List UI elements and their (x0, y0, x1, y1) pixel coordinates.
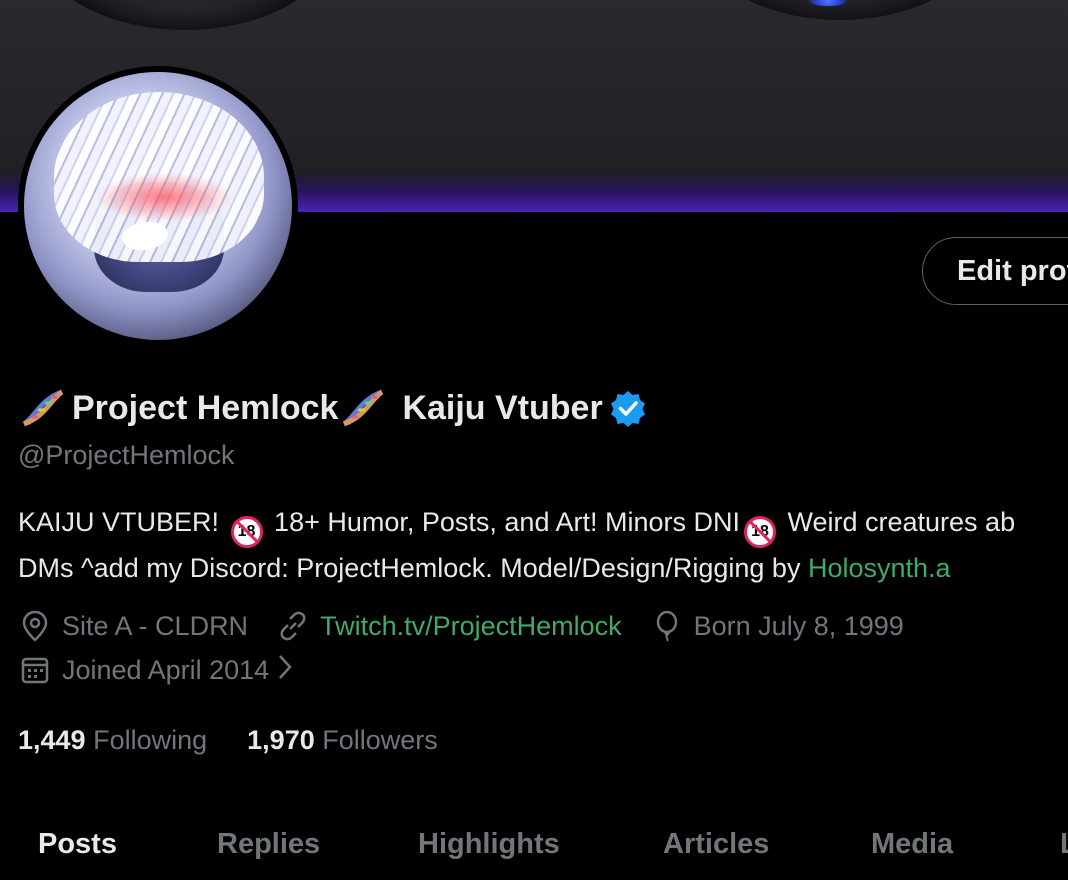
tab-replies[interactable]: Replies (217, 828, 320, 861)
dna-icon (18, 386, 68, 430)
bio-line-2: DMs ^add my Discord: ProjectHemlock. Mod… (18, 548, 1068, 588)
balloon-icon (650, 609, 684, 643)
bio-text: 18+ Humor, Posts, and Art! Minors DNI (266, 507, 740, 537)
location-text: Site A - CLDRN (62, 610, 249, 641)
location: Site A - CLDRN (18, 609, 248, 643)
avatar-blush (94, 172, 234, 222)
edit-profile-button[interactable]: Edit profile (922, 237, 1068, 305)
tab-media[interactable]: Media (871, 828, 953, 861)
followers-count: 1,970 (247, 724, 315, 755)
no-under-18-icon: 18 (743, 516, 776, 548)
profile-page: Edit profile Project Hemlock Kai (0, 0, 1068, 880)
display-name: Project Hemlock Kaiju Vtuber (18, 384, 647, 432)
avatar-image (24, 72, 292, 340)
tab-posts[interactable]: Posts (38, 828, 117, 861)
bio-text: DMs ^add my Discord: ProjectHemlock. Mod… (18, 553, 808, 583)
location-pin-icon (18, 609, 52, 643)
profile-tabs: Posts Replies Highlights Articles Media … (0, 808, 1068, 880)
user-handle: @ProjectHemlock (18, 440, 235, 470)
website[interactable]: Twitch.tv/ProjectHemlock (276, 609, 622, 643)
follow-stats: 1,449 Following 1,970 Followers (18, 720, 478, 760)
following-link[interactable]: 1,449 Following (18, 725, 207, 756)
display-name-part1: Project Hemlock (72, 388, 339, 427)
joined-text: Joined April 2014 (62, 654, 270, 685)
profile-meta-row: Site A - CLDRN Twitch.tv/ProjectHemlock (18, 606, 932, 646)
link-icon (276, 609, 310, 643)
banner-art-left (35, 0, 335, 30)
birthday-text: Born July 8, 1999 (693, 610, 904, 641)
following-count: 1,449 (18, 724, 86, 755)
calendar-icon (18, 653, 52, 687)
bio-text: Weird creatures ab (779, 507, 1016, 537)
bio-link[interactable]: Holosynth.a (808, 553, 951, 583)
tab-likes[interactable]: L (1060, 828, 1068, 861)
no-under-18-icon: 18 (230, 516, 263, 548)
followers-link[interactable]: 1,970 Followers (247, 725, 438, 756)
bio-line-1: KAIJU VTUBER! 18 18+ Humor, Posts, and A… (18, 502, 1068, 548)
bio: KAIJU VTUBER! 18 18+ Humor, Posts, and A… (18, 502, 1068, 588)
website-link[interactable]: Twitch.tv/ProjectHemlock (320, 611, 622, 642)
tab-articles[interactable]: Articles (663, 828, 769, 861)
avatar[interactable] (18, 66, 298, 346)
display-name-part2: Kaiju Vtuber (402, 388, 603, 427)
followers-label: Followers (322, 724, 438, 755)
dna-icon (338, 386, 388, 430)
verified-badge-icon[interactable] (609, 389, 647, 427)
birthday: Born July 8, 1999 (650, 609, 904, 643)
joined-date[interactable]: Joined April 2014 (18, 653, 293, 688)
tab-highlights[interactable]: Highlights (418, 828, 560, 861)
bio-text: KAIJU VTUBER! (18, 507, 227, 537)
following-label: Following (93, 724, 208, 755)
chevron-right-icon (277, 653, 293, 688)
profile-meta-row: Joined April 2014 (18, 650, 321, 690)
